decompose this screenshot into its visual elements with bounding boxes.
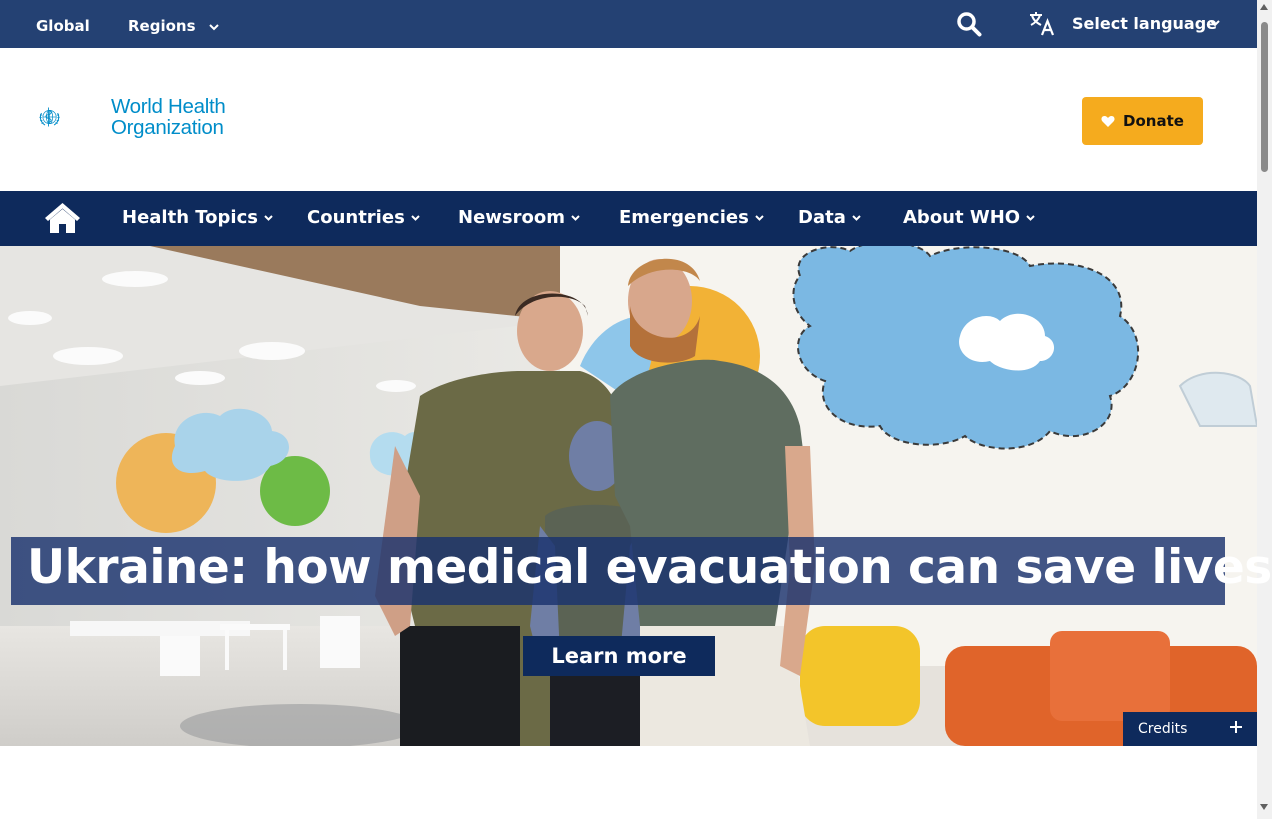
nav-item-label: Newsroom <box>458 207 565 228</box>
logo-line-1: World Health <box>111 95 226 118</box>
search-icon[interactable] <box>956 11 982 37</box>
donate-button[interactable]: Donate <box>1082 97 1203 145</box>
nav-item-countries[interactable]: Countries <box>307 207 421 228</box>
scroll-down-arrow[interactable] <box>1260 804 1268 810</box>
nav-item-label: Countries <box>307 207 405 228</box>
nav-item-label: About WHO <box>903 207 1021 228</box>
hero-title[interactable]: Ukraine: how medical evacuation can save… <box>27 540 1272 595</box>
learn-more-button[interactable]: Learn more <box>523 636 715 676</box>
nav-item-label: Health Topics <box>122 207 258 228</box>
nav-item-about-who[interactable]: About WHO <box>903 207 1036 228</box>
nav-item-label: Data <box>798 207 846 228</box>
credits-toggle[interactable]: Credits <box>1123 712 1257 746</box>
chevron-down-icon <box>209 24 219 31</box>
chevron-down-icon <box>571 215 580 221</box>
chevron-down-icon <box>1026 215 1035 221</box>
chevron-down-icon <box>411 215 420 221</box>
nav-item-health-topics[interactable]: Health Topics <box>122 207 274 228</box>
regions-dropdown[interactable]: Regions <box>128 17 219 35</box>
scrollbar-thumb[interactable] <box>1261 22 1268 172</box>
global-link[interactable]: Global <box>36 17 90 35</box>
nav-item-emergencies[interactable]: Emergencies <box>619 207 765 228</box>
chevron-down-icon <box>755 215 764 221</box>
chevron-down-icon[interactable] <box>1208 16 1222 30</box>
who-emblem-icon[interactable] <box>38 86 108 148</box>
select-language-button[interactable]: Select language <box>1072 14 1217 33</box>
plus-icon <box>1230 721 1242 733</box>
translate-icon[interactable] <box>1028 9 1056 37</box>
scroll-up-arrow[interactable] <box>1260 4 1268 10</box>
logo-line-2: Organization <box>111 116 224 139</box>
chevron-down-icon <box>852 215 861 221</box>
donate-label: Donate <box>1123 112 1184 130</box>
regions-label: Regions <box>128 17 196 35</box>
nav-item-label: Emergencies <box>619 207 749 228</box>
chevron-down-icon <box>264 215 273 221</box>
logo-wordmark[interactable]: World Health Organization <box>111 96 226 138</box>
top-utility-bar: Global Regions Select language <box>0 0 1257 48</box>
nav-item-data[interactable]: Data <box>798 207 862 228</box>
credits-label: Credits <box>1138 721 1188 737</box>
home-icon[interactable] <box>44 201 81 234</box>
nav-item-newsroom[interactable]: Newsroom <box>458 207 581 228</box>
heart-icon <box>1101 115 1115 127</box>
